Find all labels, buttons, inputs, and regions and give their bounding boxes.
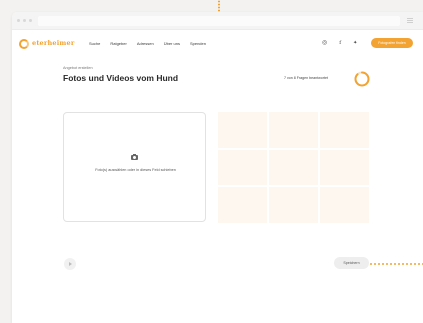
page-title: Fotos und Videos vom Hund xyxy=(63,73,179,83)
photo-slot[interactable] xyxy=(320,149,369,186)
address-bar[interactable] xyxy=(38,16,400,26)
connector-dots-right xyxy=(369,263,423,265)
minimize-dot-icon[interactable] xyxy=(23,19,26,22)
main-nav: Suche Ratgeber Adressen Über uns Spenden xyxy=(89,41,216,46)
nav-link-spenden[interactable]: Spenden xyxy=(190,41,206,46)
progress-ring xyxy=(354,71,370,87)
site-header: eterheimer Suche Ratgeber Adressen Über … xyxy=(12,30,423,58)
browser-chrome xyxy=(12,12,423,30)
social-icons: ◎ f ✦ xyxy=(322,39,369,47)
photo-slot[interactable] xyxy=(269,112,318,148)
progress-text: 7 von 8 Fragen beantwortet xyxy=(284,76,328,80)
save-button[interactable]: Speichern xyxy=(334,257,369,269)
photo-slot[interactable] xyxy=(320,112,369,148)
upload-prompt: Foto(s) auswählen oder in dieses Feld sc… xyxy=(95,168,176,172)
maximize-dot-icon[interactable] xyxy=(29,19,32,22)
find-photographer-button[interactable]: Fotografen finden xyxy=(371,38,413,48)
close-dot-icon[interactable] xyxy=(17,19,20,22)
photo-slot[interactable] xyxy=(269,187,318,223)
logo-text[interactable]: eterheimer xyxy=(32,39,74,47)
logo-icon[interactable] xyxy=(19,39,29,49)
arrow-right-icon xyxy=(68,262,72,266)
nav-link-suche[interactable]: Suche xyxy=(89,41,100,46)
photo-slot[interactable] xyxy=(218,149,267,186)
facebook-icon[interactable]: f xyxy=(339,39,341,47)
photo-grid xyxy=(218,112,369,223)
browser-window: eterheimer Suche Ratgeber Adressen Über … xyxy=(12,12,423,323)
photo-slot[interactable] xyxy=(218,187,267,223)
menu-icon[interactable] xyxy=(407,18,413,23)
nav-link-ueber-uns[interactable]: Über uns xyxy=(164,41,180,46)
photo-slot[interactable] xyxy=(218,112,267,148)
breadcrumb: Angebot erstellen xyxy=(63,66,93,70)
photo-upload-dropzone[interactable]: Foto(s) auswählen oder in dieses Feld sc… xyxy=(63,112,206,222)
progress-ring-arc xyxy=(354,71,370,87)
nav-link-ratgeber[interactable]: Ratgeber xyxy=(110,41,126,46)
stage: eterheimer Suche Ratgeber Adressen Über … xyxy=(0,0,423,323)
camera-icon xyxy=(131,153,138,160)
back-button[interactable] xyxy=(64,258,76,270)
photo-slot[interactable] xyxy=(269,149,318,186)
instagram-icon[interactable]: ◎ xyxy=(322,39,327,47)
twitter-icon[interactable]: ✦ xyxy=(353,39,357,47)
photo-slot[interactable] xyxy=(320,187,369,223)
window-controls xyxy=(17,19,32,22)
nav-link-adressen[interactable]: Adressen xyxy=(137,41,154,46)
